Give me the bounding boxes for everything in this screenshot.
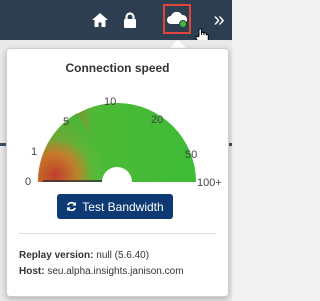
speed-gauge: 0 1 5 10 20 50 100+	[25, 96, 222, 189]
popup-divider	[19, 233, 216, 234]
host-label: Host:	[19, 266, 45, 277]
home-icon	[92, 13, 108, 27]
replay-version-row: Replay version: null (5.6.40)	[19, 250, 149, 261]
scale-label-0: 0	[25, 176, 31, 188]
connection-speed-button[interactable]	[163, 4, 191, 34]
lock-icon	[124, 11, 136, 28]
refresh-icon	[66, 201, 77, 212]
connection-speed-popup: Connection speed 0 1 5 10 20 50 100+ Tes…	[6, 48, 229, 297]
replay-version-label: Replay version:	[19, 250, 94, 261]
scale-label-100-plus: 100+	[197, 177, 222, 189]
more-button[interactable]: »	[206, 0, 232, 40]
scale-label-5: 5	[63, 116, 69, 128]
scale-label-20: 20	[151, 114, 163, 126]
scale-label-10: 10	[104, 96, 116, 108]
popup-title: Connection speed	[65, 61, 170, 75]
test-bandwidth-button[interactable]: Test Bandwidth	[57, 194, 173, 219]
host-row: Host: seu.alpha.insights.janison.com	[19, 266, 184, 277]
scale-label-1: 1	[31, 146, 37, 158]
test-bandwidth-label: Test Bandwidth	[82, 199, 164, 214]
home-button[interactable]	[85, 0, 115, 40]
scale-label-50: 50	[185, 149, 197, 161]
chevron-double-right-icon: »	[213, 8, 225, 31]
host-value: seu.alpha.insights.janison.com	[47, 266, 184, 277]
lock-button[interactable]	[117, 0, 143, 40]
popup-arrow	[170, 40, 186, 48]
replay-version-value: null (5.6.40)	[96, 250, 150, 261]
cloud-icon	[167, 11, 188, 28]
